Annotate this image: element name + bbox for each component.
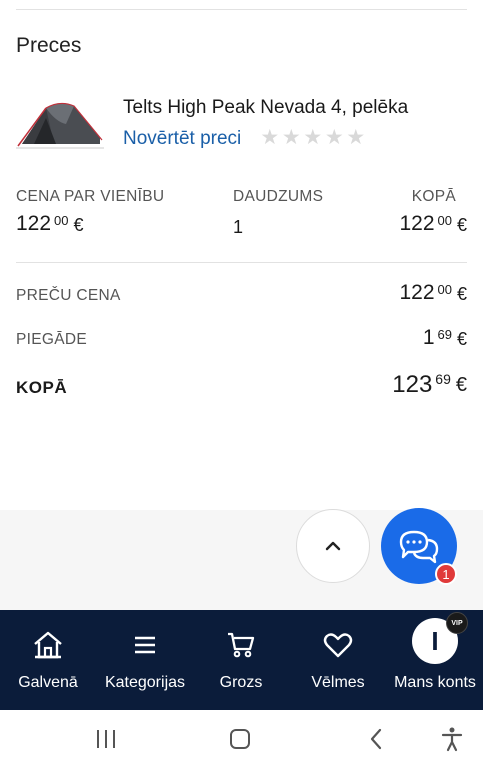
- back-button[interactable]: [364, 724, 388, 754]
- cart-icon: [228, 632, 255, 658]
- unit-price-label: CENA PAR VIENĪBU: [16, 188, 165, 205]
- line-total: 122 00 €: [399, 212, 467, 235]
- nav-label-home: Galvenā: [18, 674, 78, 691]
- rating-stars[interactable]: ★ ★ ★ ★ ★: [260, 126, 366, 150]
- system-nav-bar: [0, 710, 483, 768]
- home-icon: [34, 631, 62, 659]
- items-price-label: PREČU CENA: [16, 287, 121, 304]
- nav-label-categories: Kategorijas: [104, 674, 186, 691]
- nav-item-categories[interactable]: Kategorijas: [100, 610, 190, 710]
- chat-badge: 1: [435, 563, 457, 585]
- rate-product-link[interactable]: Novērtēt preci: [123, 128, 241, 150]
- nav-label-account: Mans konts: [394, 674, 476, 691]
- nav-item-home[interactable]: Galvenā: [8, 610, 88, 710]
- star-icon[interactable]: ★: [282, 126, 302, 150]
- recents-button[interactable]: [92, 724, 120, 754]
- accessibility-button[interactable]: [438, 724, 466, 754]
- product-item: Telts High Peak Nevada 4, pelēka Novērtē…: [16, 94, 467, 156]
- heart-icon: [323, 633, 353, 658]
- quantity-value: 1: [233, 217, 244, 237]
- chat-bubbles-icon: [399, 530, 439, 564]
- product-name[interactable]: Telts High Peak Nevada 4, pelēka: [123, 97, 408, 119]
- nav-label-cart: Grozs: [219, 674, 263, 691]
- system-home-button[interactable]: [226, 724, 254, 754]
- vip-badge: VIP: [446, 612, 468, 634]
- tent-image[interactable]: [16, 94, 104, 156]
- nav-label-wishlist: Vēlmes: [311, 674, 365, 691]
- star-icon[interactable]: ★: [303, 126, 323, 150]
- menu-icon: [135, 636, 155, 654]
- unit-price: 122 00 €: [16, 212, 84, 235]
- back-icon: [370, 728, 382, 750]
- scroll-top-button[interactable]: [296, 509, 370, 583]
- section-title: Preces: [16, 34, 82, 57]
- delivery-label: PIEGĀDE: [16, 331, 88, 348]
- home-square-icon: [230, 729, 250, 749]
- chevron-up-icon: [325, 541, 341, 551]
- items-price: 122 00 €: [399, 281, 467, 304]
- mid-divider: [16, 262, 467, 263]
- accessibility-icon: [441, 727, 463, 752]
- nav-item-cart[interactable]: Grozs: [205, 610, 277, 710]
- delivery-price: 1 69 €: [422, 326, 467, 349]
- star-icon[interactable]: ★: [346, 126, 366, 150]
- star-icon[interactable]: ★: [260, 126, 280, 150]
- quantity-label: DAUDZUMS: [233, 188, 324, 205]
- bottom-nav: Galvenā Kategorijas Grozs Vēlmes I VIP M…: [0, 610, 483, 710]
- grand-total-label: KOPĀ: [16, 378, 68, 397]
- nav-item-account[interactable]: I VIP Mans konts: [388, 610, 482, 710]
- recents-icon: [97, 730, 115, 748]
- star-icon[interactable]: ★: [325, 126, 345, 150]
- grand-total: 123 69 €: [392, 371, 467, 398]
- nav-item-wishlist[interactable]: Vēlmes: [302, 610, 374, 710]
- line-total-label: KOPĀ: [411, 188, 456, 205]
- avatar: I VIP: [412, 612, 468, 664]
- top-divider: [16, 9, 467, 10]
